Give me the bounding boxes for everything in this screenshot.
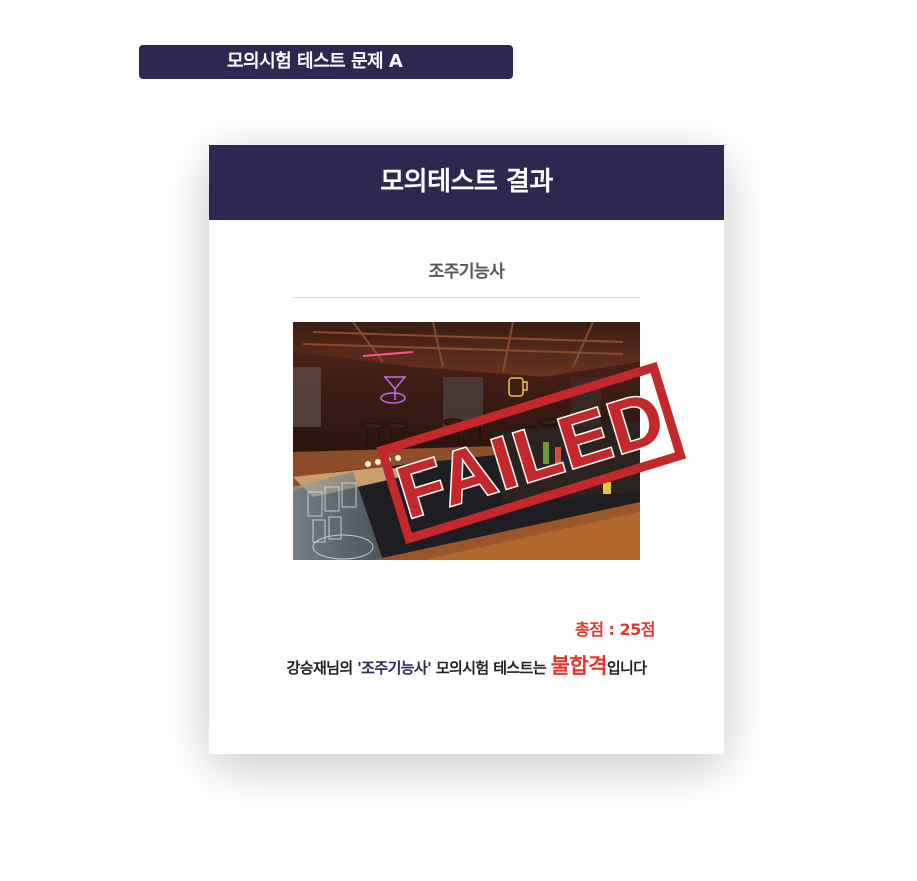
subject-name: 조주기능사 [428,262,505,282]
message-suffix: 입니다 [606,659,647,677]
test-title: 모의시험 테스트 문제 A [227,51,403,72]
bar-scene-illustration [293,322,640,560]
score-value: 25점 [619,620,656,639]
test-title-badge: 모의시험 테스트 문제 A [139,45,513,79]
total-score: 총점 : 25점 [575,616,655,640]
message-middle: 모의시험 테스트는 [435,659,547,677]
message-user: 강승재님의 [286,659,354,677]
score-separator: : [603,620,620,639]
result-card: 모의테스트 결과 조주기능사 FAILED 총점: 25점 강승재님의 '조주… [209,145,724,754]
result-fail-label: 불합격 [550,654,608,678]
message-subject: '조주기능사' [357,659,432,677]
card-header-title: 모의테스트 결과 [380,167,553,197]
result-message: 강승재님의 '조주기능사' 모의시험 테스트는 불합격입니다 [209,650,724,680]
score-label: 총점 [575,620,604,639]
divider [293,297,640,298]
card-header: 모의테스트 결과 [209,145,724,220]
bar-scene-image [293,322,640,560]
